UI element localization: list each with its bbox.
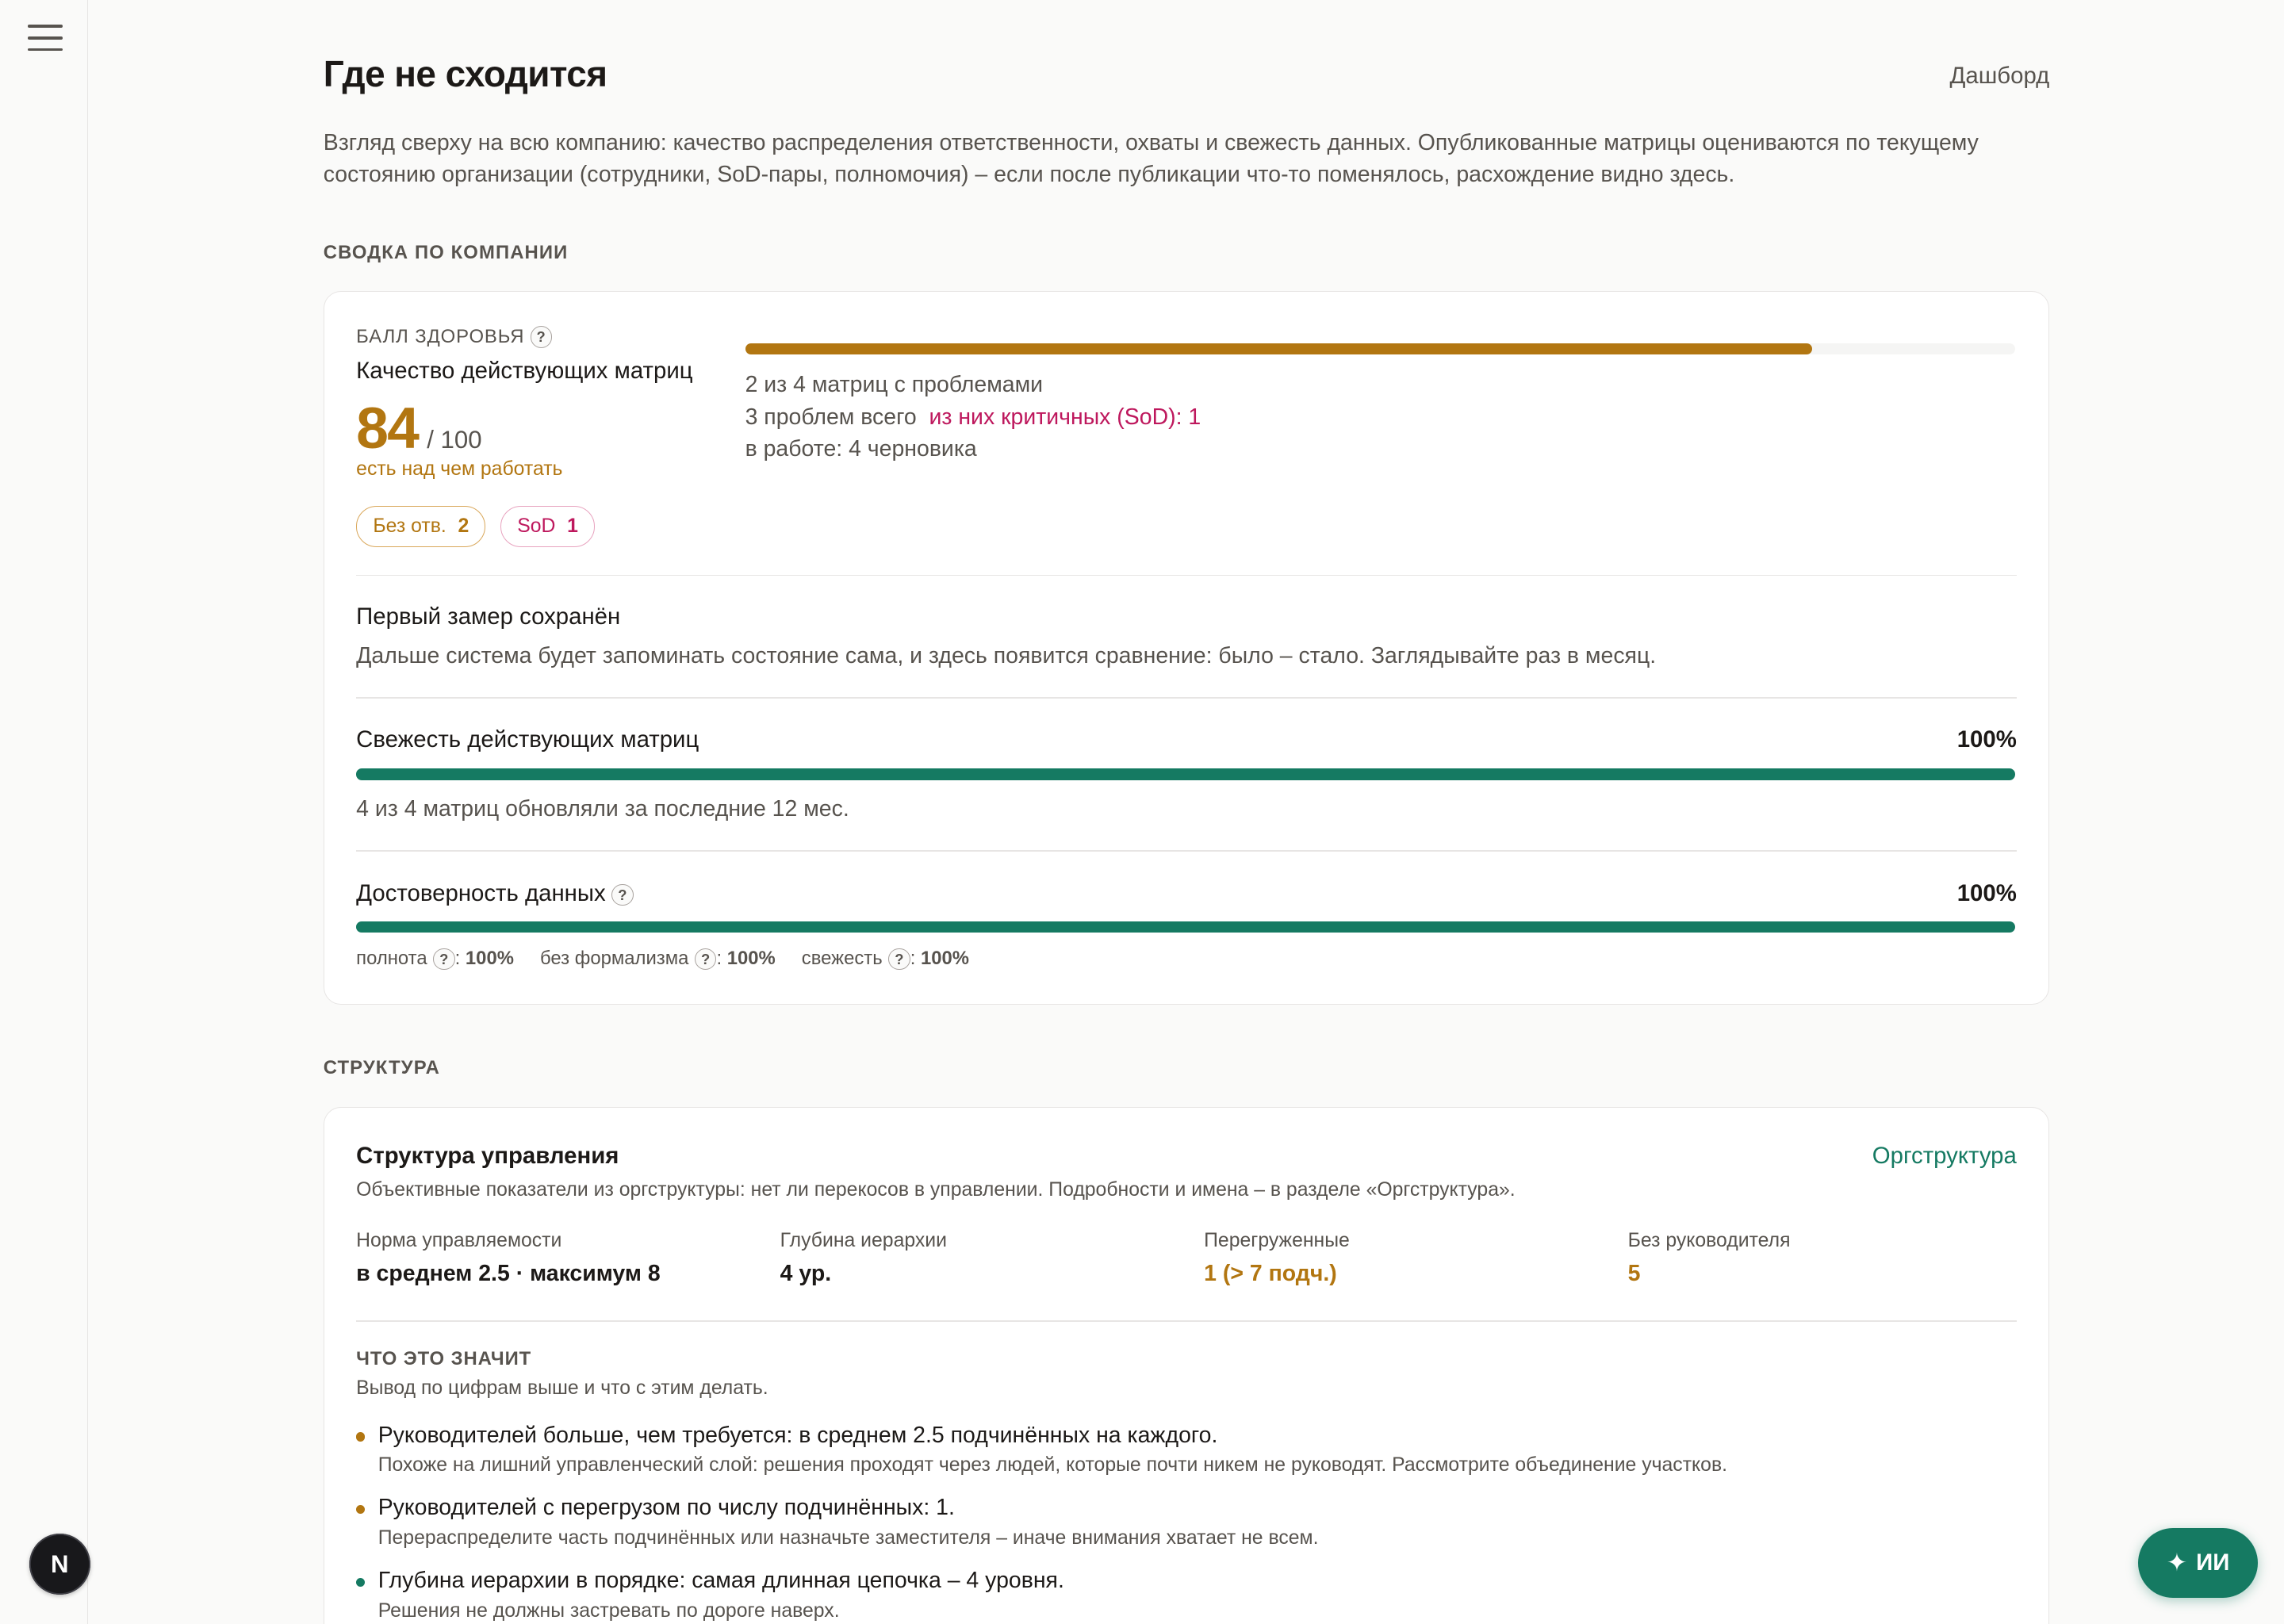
- depth-label: Глубина иерархии: [780, 1230, 947, 1252]
- reliability-value: 100%: [1956, 880, 2017, 907]
- help-icon[interactable]: ?: [611, 883, 634, 906]
- dashboard-link[interactable]: Дашборд: [1950, 63, 2050, 90]
- reliability-title-text: Достоверность данных: [356, 880, 606, 907]
- health-label: БАЛЛ ЗДОРОВЬЯ?: [356, 325, 553, 349]
- finding-title: Руководителей больше, чем требуется: в с…: [377, 1422, 1218, 1448]
- orgstructure-link[interactable]: Оргструктура: [1872, 1143, 2017, 1170]
- chip-count: 2: [458, 515, 469, 538]
- finding-text: Решения не должны застревать по дороге н…: [377, 1599, 840, 1622]
- summary-card: БАЛЛ ЗДОРОВЬЯ? Качество действующих матр…: [323, 291, 2050, 1005]
- structure-desc: Объективные показатели из оргструктуры: …: [356, 1178, 1516, 1201]
- help-icon[interactable]: ?: [694, 948, 717, 971]
- health-score: 84 / 100: [356, 394, 481, 462]
- chip-no-owner[interactable]: Без отв. 2: [356, 506, 486, 547]
- reliability-progress-track: [356, 921, 2016, 933]
- health-progress-track: [745, 343, 2016, 355]
- help-icon[interactable]: ?: [432, 948, 455, 971]
- metric-label: без формализма: [539, 947, 689, 969]
- span-value: в среднем 2.5 · максимум 8: [356, 1260, 661, 1286]
- health-subtitle: Качество действующих матриц: [356, 357, 693, 384]
- page-title: Где не сходится: [323, 53, 607, 95]
- finding-title: Руководителей с перегрузом по числу подч…: [377, 1495, 955, 1521]
- no-manager-label: Без руководителя: [1627, 1230, 1791, 1252]
- freshness-note: 4 из 4 матриц обновляли за последние 12 …: [356, 795, 849, 822]
- first-measure-text: Дальше система будет запоминать состояни…: [356, 642, 1657, 668]
- help-icon[interactable]: ?: [888, 948, 910, 971]
- drafts-in-progress: в работе: 4 черновика: [745, 436, 977, 462]
- metric-value: 100%: [726, 947, 776, 969]
- freshness-title: Свежесть действующих матриц: [356, 726, 699, 753]
- finding-title: Глубина иерархии в порядке: самая длинна…: [377, 1568, 1064, 1594]
- finding-text: Похоже на лишний управленческий слой: ре…: [377, 1454, 1728, 1477]
- overloaded-value[interactable]: 1 (> 7 подч.): [1204, 1261, 1337, 1287]
- freshness-value: 100%: [1956, 726, 2017, 753]
- warning-bullet: [356, 1432, 366, 1442]
- structure-card: Структура управления Оргструктура Объект…: [323, 1106, 2050, 1624]
- span-label: Норма управляемости: [356, 1230, 562, 1252]
- no-manager-value[interactable]: 5: [1628, 1261, 1641, 1287]
- metric-value: 100%: [465, 947, 514, 969]
- chip-label: Без отв.: [373, 515, 446, 538]
- ok-bullet: [356, 1578, 366, 1588]
- ai-assistant-button[interactable]: ✦ ИИ: [2138, 1527, 2258, 1598]
- sparkle-icon: ✦: [2166, 1548, 2188, 1576]
- finding-text: Перераспределите часть подчинённых или н…: [377, 1526, 1319, 1549]
- page-intro: Взгляд сверху на всю компанию: качество …: [323, 129, 1979, 188]
- score-value: 84: [356, 394, 420, 461]
- health-progress-fill: [745, 343, 1812, 355]
- meaning-label: ЧТО ЭТО ЗНАЧИТ: [356, 1347, 532, 1369]
- freshness-metric: свежесть?: 100%: [801, 947, 969, 971]
- completeness-metric: полнота?: 100%: [356, 947, 514, 971]
- first-measure-title: Первый замер сохранён: [356, 603, 621, 630]
- divider: [356, 849, 2017, 852]
- meaning-sub: Вывод по цифрам выше и что с этим делать…: [356, 1377, 768, 1399]
- overloaded-label: Перегруженные: [1204, 1230, 1350, 1252]
- help-icon[interactable]: ?: [530, 326, 553, 349]
- score-max: / 100: [427, 425, 482, 454]
- metric-value: 100%: [920, 947, 969, 969]
- freshness-progress-track: [356, 768, 2016, 780]
- section-label-summary: СВОДКА ПО КОМПАНИИ: [323, 241, 569, 263]
- divider: [356, 696, 2017, 699]
- health-verdict: есть над чем работать: [356, 458, 563, 480]
- problems-total: 3 проблем всего из них критичных (SoD): …: [745, 404, 1201, 431]
- section-label-structure: СТРУКТУРА: [323, 1057, 440, 1079]
- divider: [356, 574, 2017, 576]
- left-rail: N: [0, 0, 90, 1624]
- health-label-text: БАЛЛ ЗДОРОВЬЯ: [356, 325, 525, 347]
- app-badge[interactable]: N: [29, 1534, 90, 1595]
- depth-value: 4 ур.: [780, 1260, 832, 1286]
- metric-label: свежесть: [801, 947, 883, 969]
- chip-label: SoD: [517, 515, 556, 538]
- chip-count: 1: [567, 515, 578, 538]
- menu-icon[interactable]: [27, 23, 63, 52]
- reliability-breakdown: полнота?: 100% без формализма?: 100% све…: [356, 948, 969, 971]
- problems-total-text: 3 проблем всего: [745, 404, 917, 430]
- reliability-progress-fill: [356, 921, 2016, 933]
- structure-title: Структура управления: [356, 1142, 619, 1169]
- freshness-progress-fill: [356, 768, 2016, 780]
- ai-button-label: ИИ: [2196, 1549, 2230, 1576]
- warning-bullet: [356, 1505, 366, 1515]
- problems-critical[interactable]: из них критичных (SoD): 1: [929, 404, 1201, 430]
- problems-matrices: 2 из 4 матриц с проблемами: [745, 372, 1044, 398]
- reliability-title: Достоверность данных?: [356, 880, 634, 907]
- chip-sod[interactable]: SoD 1: [500, 506, 596, 547]
- divider: [356, 1320, 2017, 1322]
- metric-label: полнота: [356, 947, 427, 969]
- no-formalism-metric: без формализма?: 100%: [539, 947, 776, 971]
